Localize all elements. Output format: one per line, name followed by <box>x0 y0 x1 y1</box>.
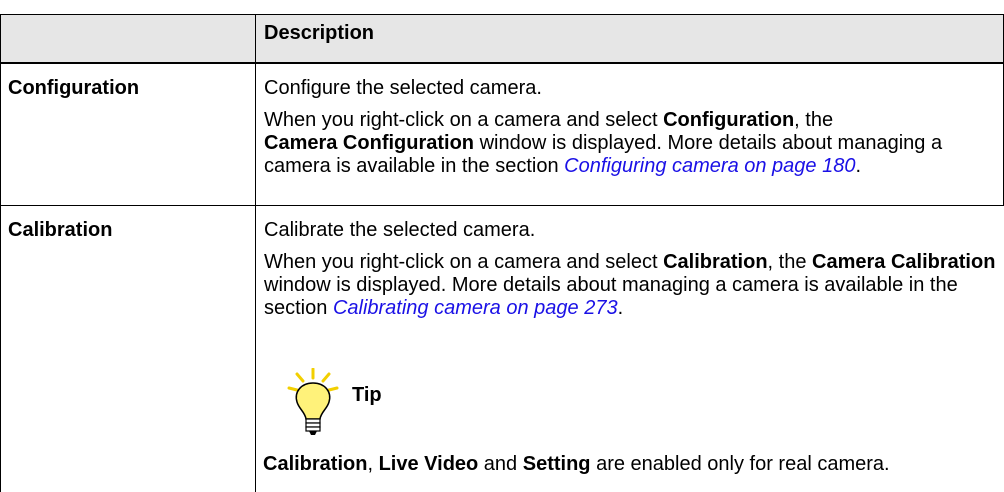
bold-run: Calibration <box>263 453 368 475</box>
row-description-configuration: Configure the selected camera. When you … <box>264 77 1002 178</box>
tip-label: Tip <box>352 384 382 406</box>
lightbulb-icon <box>287 368 339 435</box>
bold-run: Live Video <box>378 453 479 475</box>
text-run: and <box>478 453 523 475</box>
header-description: Description <box>264 22 375 44</box>
header-divider <box>0 62 1004 64</box>
bold-run: Setting <box>522 453 591 475</box>
description-table: Description Configuration Configure the … <box>0 0 1004 492</box>
row-description-calibration: Calibrate the selected camera. When you … <box>264 219 1002 320</box>
table-border-top <box>0 14 1004 15</box>
text-run: , <box>367 453 379 475</box>
row-name-calibration: Calibration <box>8 219 113 241</box>
bold-run: Camera Configuration <box>264 132 475 154</box>
description-detail: When you right-click on a camera and sel… <box>264 109 1002 178</box>
bold-run: Camera Calibration <box>812 251 996 273</box>
text-run: When you right-click on a camera and sel… <box>264 251 664 273</box>
configuring-camera-link[interactable]: Configuring camera on page 180 <box>564 155 855 177</box>
description-summary: Configure the selected camera. <box>264 77 542 99</box>
text-run: . <box>855 155 862 177</box>
calibrating-camera-link[interactable]: Calibrating camera on page 273 <box>333 297 618 319</box>
text-run: are enabled only for real camera. <box>590 453 890 475</box>
bold-run: Calibration <box>663 251 768 273</box>
bold-run: Configuration <box>663 109 795 131</box>
text-run: , the <box>794 109 834 131</box>
tip-text: Calibration, Live Video and Setting are … <box>263 453 1003 476</box>
text-run: . <box>617 297 624 319</box>
table-header <box>0 14 1004 63</box>
row-name-configuration: Configuration <box>8 77 140 99</box>
table-border-left <box>0 14 1 492</box>
row-divider <box>0 205 1004 206</box>
text-run: When you right-click on a camera and sel… <box>264 109 664 131</box>
text-run: , the <box>767 251 813 273</box>
column-divider <box>255 14 256 492</box>
description-summary: Calibrate the selected camera. <box>264 219 536 241</box>
description-detail: When you right-click on a camera and sel… <box>264 251 1002 320</box>
